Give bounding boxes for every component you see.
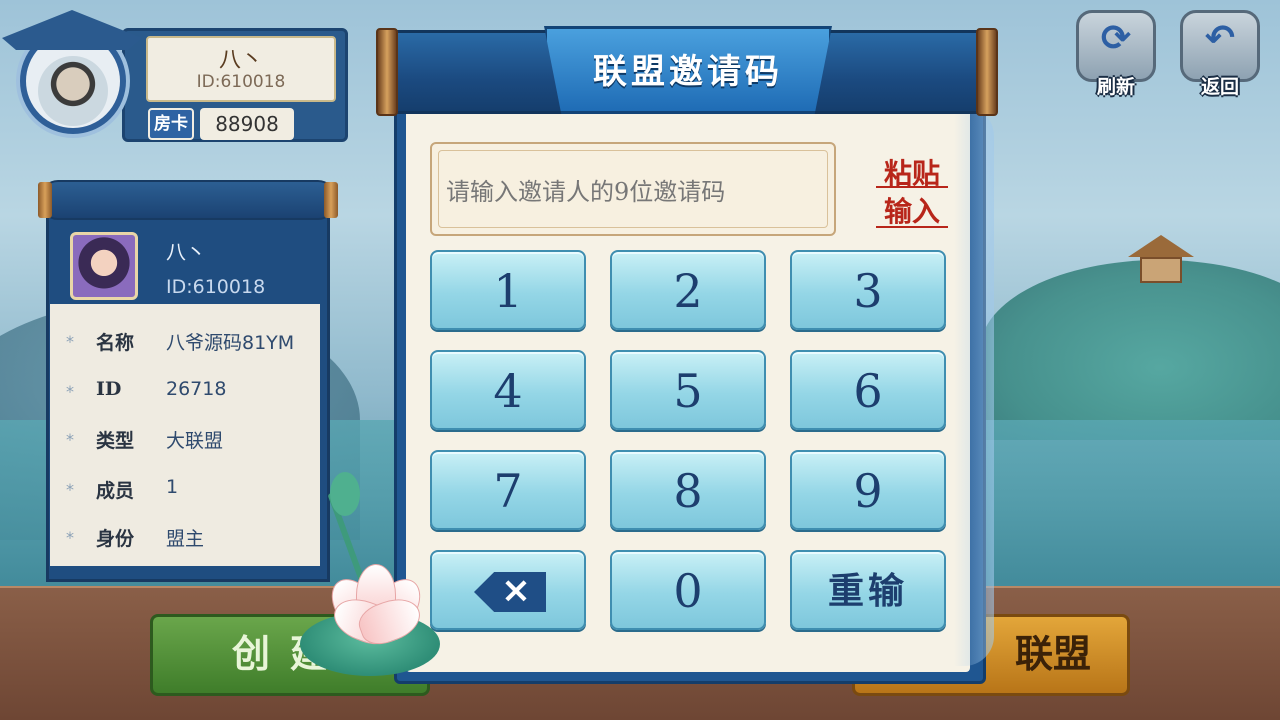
- info-row-members: * 成员 1: [66, 476, 179, 502]
- refresh-label: 刷新: [1096, 76, 1135, 98]
- info-row-id: * ID 26718: [66, 378, 227, 401]
- backspace-key[interactable]: ×: [430, 550, 586, 630]
- refresh-icon: ⟳: [1100, 18, 1132, 59]
- key-2[interactable]: 2: [610, 250, 766, 330]
- background-pavilion: [1128, 235, 1194, 285]
- key-3[interactable]: 3: [790, 250, 946, 330]
- paste-label-line2: 输入: [883, 195, 940, 228]
- back-button[interactable]: ↶ 返回: [1180, 10, 1260, 98]
- info-row-role: * 身份 盟主: [66, 528, 205, 550]
- alliance-info-scroll: 八丶 ID:610018 * 名称 八爷源码81YM * ID 26718 * …: [38, 180, 338, 584]
- back-label: 返回: [1200, 76, 1239, 98]
- key-6[interactable]: 6: [790, 350, 946, 430]
- player-card: 八丶 ID:610018 房卡 88908: [2, 10, 348, 142]
- room-card-tag: 房卡: [148, 108, 194, 140]
- key-8[interactable]: 8: [610, 450, 766, 530]
- paper-curl: [954, 106, 994, 666]
- scroll-cap-right: [324, 182, 338, 218]
- player-name: 八丶: [218, 48, 263, 73]
- alliance-owner-avatar: [70, 232, 138, 300]
- dialog-rod-cap-left: [376, 28, 398, 116]
- alliance-owner-id: ID:610018: [166, 276, 266, 298]
- star-bullet-icon: *: [66, 480, 74, 499]
- star-bullet-icon: *: [66, 430, 74, 449]
- paste-input-button[interactable]: 粘贴 输入: [874, 152, 950, 228]
- star-bullet-icon: *: [66, 382, 74, 401]
- info-row-type: * 类型 大联盟: [66, 430, 224, 452]
- alliance-owner-name: 八丶: [166, 240, 206, 264]
- room-card-count: 88908: [200, 108, 294, 140]
- star-bullet-icon: *: [66, 528, 74, 547]
- dialog-title: 联盟邀请码: [593, 52, 783, 92]
- info-row-name: * 名称 八爷源码81YM: [66, 332, 295, 354]
- player-avatar: [38, 56, 108, 126]
- scroll-cap-left: [38, 182, 52, 218]
- key-7[interactable]: 7: [430, 450, 586, 530]
- key-9[interactable]: 9: [790, 450, 946, 530]
- refresh-button[interactable]: ⟳ 刷新: [1076, 10, 1156, 98]
- dialog-rod-cap-right: [976, 28, 998, 116]
- key-1[interactable]: 1: [430, 250, 586, 330]
- invite-code-placeholder: 请输入邀请人的9位邀请码: [446, 178, 726, 206]
- key-5[interactable]: 5: [610, 350, 766, 430]
- background-island-right: [980, 260, 1280, 440]
- player-id: ID:610018: [196, 72, 286, 92]
- player-avatar-frame[interactable]: [2, 10, 142, 148]
- key-0[interactable]: 0: [610, 550, 766, 630]
- back-arrow-icon: ↶: [1204, 18, 1236, 59]
- key-4[interactable]: 4: [430, 350, 586, 430]
- star-bullet-icon: *: [66, 332, 74, 351]
- lotus-decoration: [300, 472, 450, 690]
- reset-key[interactable]: 重输: [790, 550, 946, 630]
- alliance-scroll-rod: [40, 180, 336, 220]
